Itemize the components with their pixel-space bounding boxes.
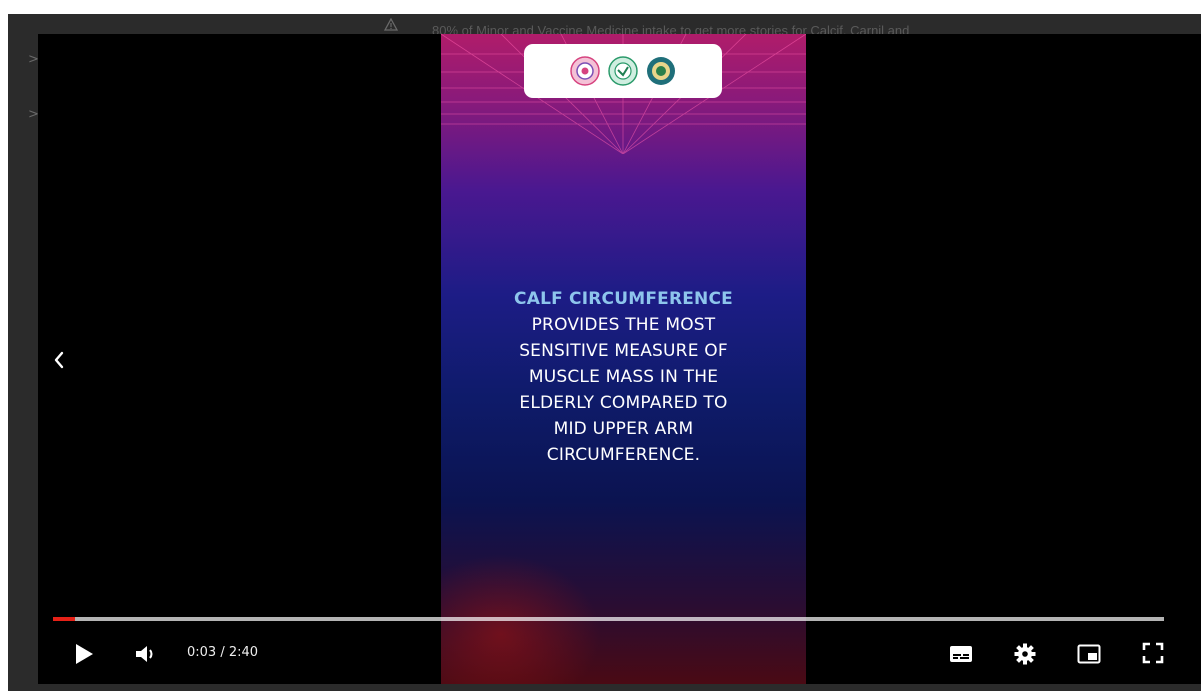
logo-card [524, 44, 722, 98]
volume-button[interactable] [132, 640, 162, 668]
subtitles-icon [950, 646, 972, 662]
warning-icon [384, 18, 398, 31]
video-caption-line: CIRCUMFERENCE. [546, 445, 701, 465]
page: > > 80% of Minor and Vaccine Medicine in… [0, 0, 1201, 691]
fullscreen-button[interactable] [1138, 638, 1168, 668]
previous-slide-button[interactable] [42, 340, 76, 380]
progress-played [53, 617, 76, 621]
video-frame[interactable]: CALF CIRCUMFERENCE PROVIDES THE MOST SEN… [441, 34, 806, 684]
video-caption-line: SENSITIVE MEASURE OF [519, 341, 728, 361]
video-caption: CALF CIRCUMFERENCE PROVIDES THE MOST SEN… [441, 286, 806, 468]
logo-emblem-green-icon [608, 56, 638, 86]
progress-bar[interactable] [53, 617, 1164, 621]
logo-emblem-pink-icon [570, 56, 600, 86]
video-caption-line: PROVIDES THE MOST [531, 315, 716, 335]
video-caption-line: ELDERLY COMPARED TO [519, 393, 728, 413]
volume-icon [136, 646, 153, 662]
miniplayer-icon [1077, 644, 1101, 664]
chevron-left-icon [54, 351, 64, 369]
settings-button[interactable] [1010, 639, 1040, 669]
fullscreen-icon [1142, 642, 1164, 664]
miniplayer-button[interactable] [1074, 640, 1104, 668]
video-caption-line: MID UPPER ARM [553, 419, 694, 439]
time-display: 0:03 / 2:40 [187, 645, 259, 660]
video-caption-line: MUSCLE MASS IN THE [528, 367, 719, 387]
gear-icon [1014, 643, 1036, 665]
logo-emblem-teal-icon [647, 57, 675, 85]
video-caption-highlight: CALF CIRCUMFERENCE [514, 289, 733, 309]
subtitles-button[interactable] [946, 640, 976, 668]
play-icon [76, 644, 93, 664]
video-player[interactable]: CALF CIRCUMFERENCE PROVIDES THE MOST SEN… [38, 34, 1201, 684]
play-button[interactable] [68, 638, 100, 670]
progress-buffered [53, 617, 1164, 621]
